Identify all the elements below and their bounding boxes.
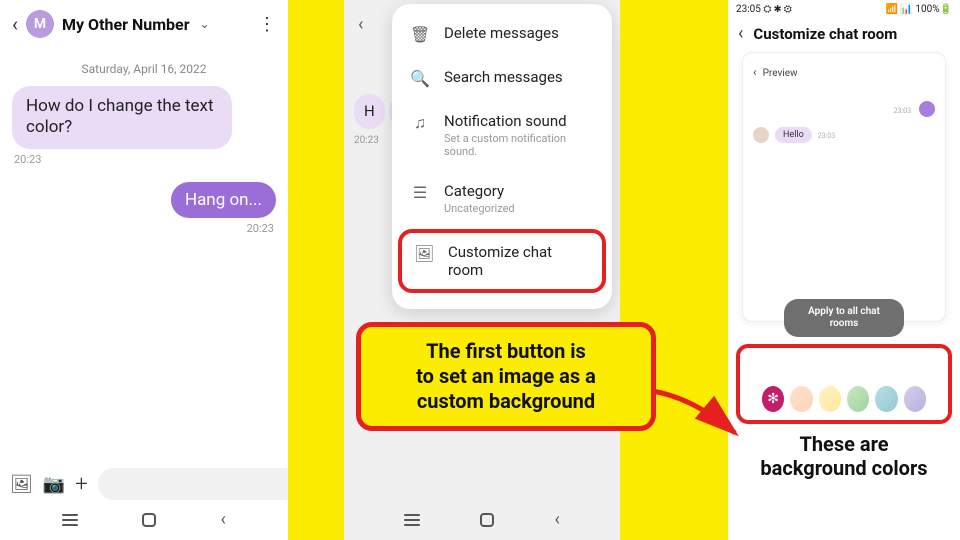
back-icon[interactable]: ‹ (358, 14, 363, 35)
preview-label: Preview (763, 68, 798, 79)
preview-avatar (753, 127, 769, 143)
outgoing-message-row: Hang on... 20:23 (0, 182, 288, 235)
message-input[interactable] (98, 468, 288, 500)
composer: 🖼 📷 + ☺ 𝄐 (0, 462, 288, 506)
date-label: Saturday, April 16, 2022 (0, 62, 288, 76)
trash-icon: 🗑 (410, 25, 430, 44)
menu-sublabel: Uncategorized (444, 202, 594, 215)
swatch-color-3[interactable] (847, 386, 869, 412)
menu-notification-sound[interactable]: ♫ Notification sound Set a custom notifi… (392, 100, 612, 170)
phone-screen-3: 23:05 ⛭ ✱ ⚙ 📶 📊 100%🔋 ‹ Customize chat r… (728, 0, 960, 540)
menu-sublabel: Set a custom notification sound. (444, 132, 594, 158)
incoming-message[interactable]: How do I change the text color? (12, 86, 232, 149)
menu-label: Delete messages (444, 24, 594, 42)
menu-search-messages[interactable]: 🔍 Search messages (392, 56, 612, 100)
search-icon: 🔍 (410, 69, 430, 88)
menu-label: Notification sound (444, 112, 594, 130)
chevron-down-icon[interactable]: ⌄ (200, 17, 210, 31)
preview-bubble: Hello (775, 127, 812, 143)
swatch-custom-image[interactable]: ✻ (762, 386, 784, 412)
menu-delete-messages[interactable]: 🗑 Delete messages (392, 12, 612, 56)
contact-name[interactable]: My Other Number (62, 15, 190, 34)
back-icon[interactable]: ‹ (738, 23, 743, 44)
message-timestamp: 20:23 (14, 222, 274, 235)
image-icon: 🖼 (414, 244, 434, 263)
swatch-color-2[interactable] (819, 386, 841, 412)
annotation-caption: These are background colors (728, 432, 960, 480)
recents-icon[interactable] (404, 514, 420, 526)
system-navbar: ‹ (344, 505, 620, 534)
plus-icon[interactable]: + (75, 472, 87, 497)
menu-customize-chat-room[interactable]: 🖼 Customize chat room (402, 233, 602, 289)
music-note-icon: ♫ (410, 113, 430, 133)
avatar[interactable]: M (26, 10, 54, 38)
list-icon: ☰ (410, 183, 430, 202)
preview-timestamp: 23:03 (894, 107, 911, 115)
phone-screen-1: ‹ M My Other Number ⌄ ⋮ Saturday, April … (0, 0, 288, 540)
more-icon[interactable]: ⋮ (258, 14, 276, 35)
highlight-swatches: ✻ (736, 344, 952, 424)
preview-card: ‹Preview 23:03 Hello 23:03 Apply to all … (742, 52, 946, 322)
system-navbar: ‹ (0, 505, 288, 534)
peek-bubble: H (354, 94, 385, 129)
background-swatches: ✻ (746, 386, 942, 412)
highlight-customize: 🖼 Customize chat room (398, 229, 606, 293)
chat-header: ‹ M My Other Number ⌄ ⋮ (0, 0, 288, 44)
page-title: Customize chat room (753, 25, 897, 43)
preview-avatar (919, 101, 935, 117)
status-right: 📶 📊 100%🔋 (886, 4, 953, 15)
apply-all-button[interactable]: Apply to all chat rooms (784, 299, 904, 337)
swatch-color-5[interactable] (904, 386, 926, 412)
menu-label: Category (444, 182, 594, 200)
status-bar: 23:05 ⛭ ✱ ⚙ 📶 📊 100%🔋 (728, 0, 960, 17)
swatch-color-4[interactable] (875, 386, 897, 412)
chat-options-menu: 🗑 Delete messages 🔍 Search messages ♫ No… (392, 4, 612, 309)
swatch-color-1[interactable] (790, 386, 812, 412)
preview-incoming: Hello 23:03 (753, 127, 935, 143)
preview-outgoing: 23:03 (753, 98, 935, 117)
menu-category[interactable]: ☰ Category Uncategorized (392, 170, 612, 227)
nav-back-icon[interactable]: ‹ (554, 509, 559, 530)
camera-icon[interactable]: 📷 (43, 474, 65, 495)
customize-header: ‹ Customize chat room (728, 17, 960, 52)
gallery-icon[interactable]: 🖼 (10, 474, 33, 495)
phone-screen-2: ‹ H th 20:23 🗑 Delete messages 🔍 Search … (344, 0, 620, 540)
status-time: 23:05 ⛭ ✱ ⚙ (736, 4, 792, 15)
recents-icon[interactable] (62, 514, 78, 526)
home-icon[interactable] (142, 513, 156, 527)
home-icon[interactable] (480, 513, 494, 527)
outgoing-message[interactable]: Hang on... (171, 182, 276, 218)
annotation-callout: The first button is to set an image as a… (356, 322, 656, 431)
preview-timestamp: 23:03 (818, 132, 835, 140)
message-timestamp: 20:23 (14, 153, 274, 166)
menu-label: Customize chat room (448, 243, 590, 279)
incoming-message-row: How do I change the text color? 20:23 (0, 86, 288, 166)
preview-back-icon: ‹ (753, 65, 757, 79)
back-icon[interactable]: ‹ (12, 12, 18, 36)
nav-back-icon[interactable]: ‹ (220, 509, 225, 530)
menu-label: Search messages (444, 68, 594, 86)
